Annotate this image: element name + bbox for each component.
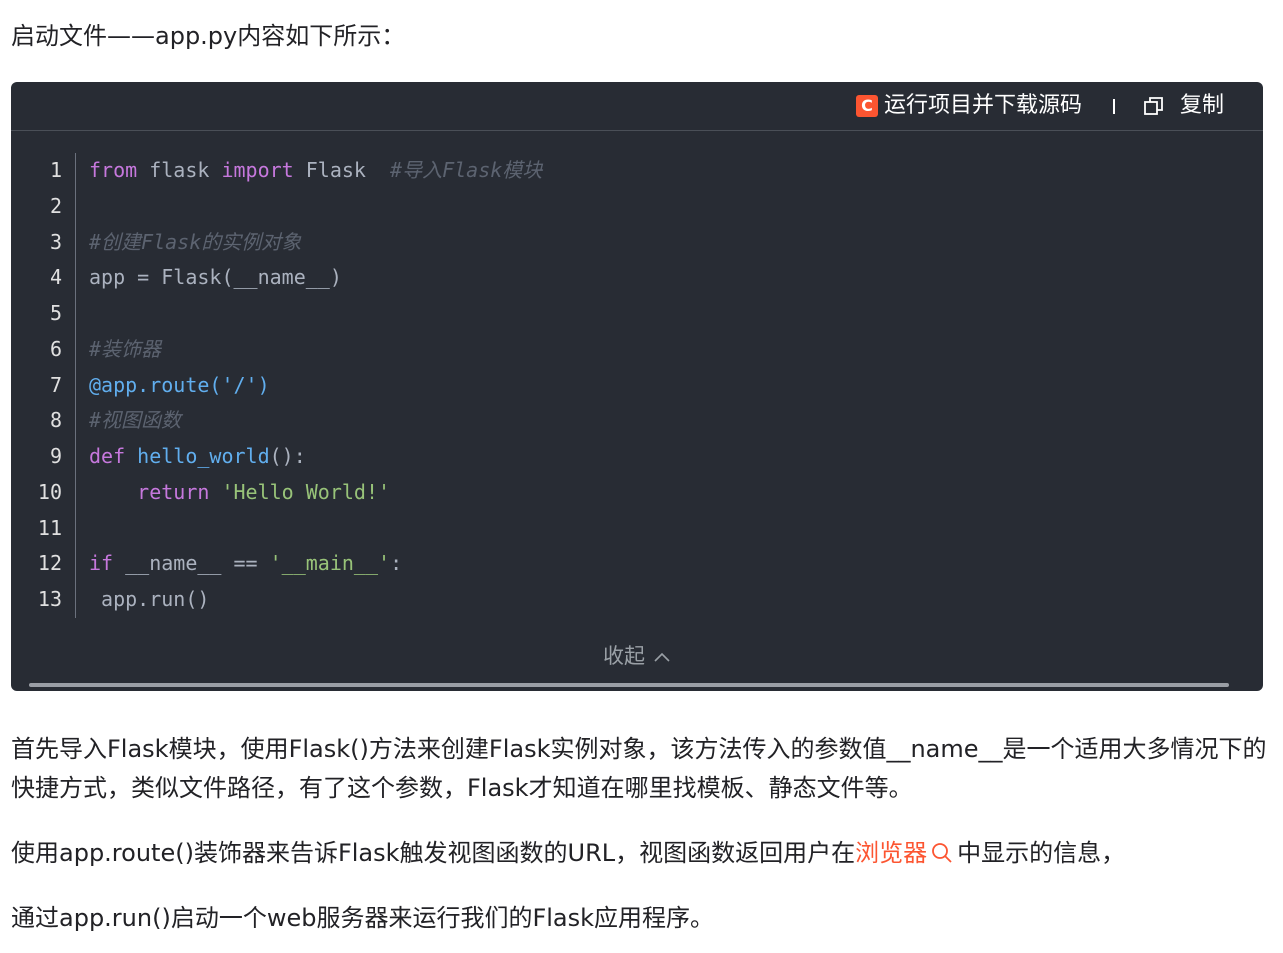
- line-number: 9: [49, 444, 62, 468]
- code-token: ('/'): [209, 372, 270, 397]
- code-line: #装饰器: [89, 332, 542, 368]
- run-project-button[interactable]: 运行项目并下载源码: [884, 90, 1082, 122]
- line-number: 10: [37, 479, 62, 504]
- line-number: 7: [49, 372, 62, 397]
- code-token: '__main__': [269, 551, 391, 576]
- code-token: 'Hello World!': [221, 479, 391, 504]
- code-token: @app.route: [89, 372, 210, 397]
- code-toolbar: C 运行项目并下载源码 复制: [11, 82, 1263, 131]
- code-line: @app.route('/'): [89, 368, 542, 404]
- paragraph-text: 使用app.route()装饰器来告诉Flask触发视图函数的URL，视图函数返…: [11, 839, 856, 867]
- line-number: 3: [49, 229, 62, 254]
- code-line: return 'Hello World!': [89, 475, 542, 511]
- code-token: __name__ ==: [113, 551, 270, 576]
- code-line: #创建Flask的实例对象: [89, 225, 542, 261]
- horizontal-scrollbar[interactable]: [29, 683, 1229, 687]
- collapse-button[interactable]: 收起: [11, 640, 1263, 674]
- code-line: #视图函数: [89, 403, 542, 439]
- line-number: 2: [49, 193, 62, 218]
- paragraph-explain-route: 使用app.route()装饰器来告诉Flask触发视图函数的URL，视图函数返…: [11, 834, 1271, 873]
- code-token: hello_world: [137, 444, 270, 468]
- copy-icon[interactable]: [1144, 96, 1164, 116]
- code-token: Flask: [293, 158, 391, 182]
- code-line: from flask import Flask #导入Flask模块: [89, 153, 542, 189]
- line-number: 13: [37, 587, 62, 611]
- code-line: app.run(): [89, 582, 542, 618]
- toolbar-divider: [1113, 99, 1115, 114]
- search-icon[interactable]: [931, 842, 953, 864]
- chevron-up-icon: [653, 642, 671, 674]
- code-token: app = Flask(__name__): [89, 265, 342, 290]
- code-line: if __name__ == '__main__':: [89, 546, 542, 582]
- csdn-logo-icon: C: [856, 95, 878, 117]
- code-line: def hello_world():: [89, 439, 542, 475]
- line-number: 8: [49, 408, 62, 433]
- code-token: if: [89, 551, 114, 576]
- paragraph-explain-flask: 首先导入Flask模块，使用Flask()方法来创建Flask实例对象，该方法传…: [11, 735, 1267, 802]
- copy-button[interactable]: 复制: [1180, 90, 1224, 122]
- code-line: app = Flask(__name__): [89, 260, 542, 296]
- code-token: #装饰器: [89, 336, 162, 361]
- paragraph-text: 中显示的信息，: [957, 839, 1126, 867]
- code-lines: from flask import Flask #导入Flask模块 #创建Fla…: [89, 153, 542, 618]
- code-token: from: [89, 158, 138, 182]
- code-token: def: [89, 444, 126, 468]
- code-token: return: [137, 479, 210, 504]
- line-number: 1: [49, 158, 62, 182]
- line-number: 5: [49, 301, 62, 325]
- line-number: 11: [37, 515, 62, 540]
- line-number-gutter: 1 2 3 4 5 6 7 8 9 10 11 12 13: [11, 153, 76, 618]
- line-number: 4: [49, 265, 62, 290]
- collapse-label: 收起: [603, 644, 645, 668]
- code-block: C 运行项目并下载源码 复制 1 2 3 4 5 6 7 8 9 10 11 12 13 from fl…: [11, 82, 1263, 691]
- code-token: app.run(): [89, 587, 210, 611]
- code-token: import: [221, 158, 294, 182]
- line-number: 6: [49, 336, 62, 361]
- code-token: #导入Flask模块: [390, 158, 543, 182]
- code-token: #创建Flask的实例对象: [89, 229, 302, 254]
- code-token: :: [390, 551, 403, 576]
- code-token: flask: [137, 158, 222, 182]
- line-number: 12: [37, 551, 62, 576]
- code-token: #视图函数: [89, 408, 182, 433]
- code-token: ():: [269, 444, 306, 468]
- browser-link[interactable]: 浏览器: [855, 839, 927, 867]
- paragraph-explain-run: 通过app.run()启动一个web服务器来运行我们的Flask应用程序。: [11, 904, 715, 932]
- intro-text: 启动文件——app.py内容如下所示：: [11, 22, 406, 50]
